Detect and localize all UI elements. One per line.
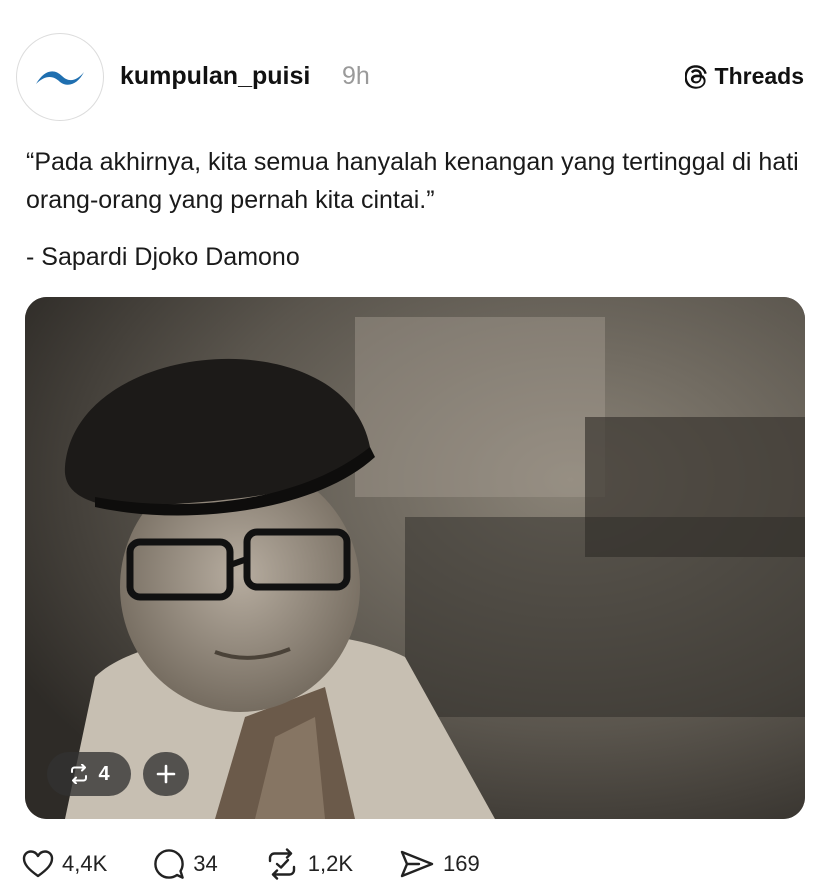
reply-count: 34 bbox=[193, 851, 218, 876]
post-text: “Pada akhirnya, kita semua hanyalah kena… bbox=[26, 148, 799, 214]
comment-icon bbox=[154, 849, 185, 879]
post-photo[interactable] bbox=[25, 297, 805, 819]
post-time: 9h bbox=[342, 62, 370, 90]
like-button[interactable]: 4,4K bbox=[22, 849, 107, 879]
share-count: 169 bbox=[443, 851, 480, 876]
reply-button[interactable]: 34 bbox=[153, 848, 218, 880]
add-button[interactable] bbox=[143, 752, 189, 796]
portrait-illustration bbox=[25, 297, 805, 819]
like-count: 4,4K bbox=[62, 851, 108, 876]
share-button[interactable]: 169 bbox=[399, 849, 480, 879]
threads-brand[interactable]: Threads bbox=[684, 63, 804, 90]
repost-icon bbox=[71, 764, 88, 784]
plus-icon bbox=[156, 764, 176, 784]
send-icon bbox=[400, 850, 434, 878]
media-repost-count: 4 bbox=[98, 762, 110, 785]
username[interactable]: kumpulan_puisi bbox=[120, 62, 310, 91]
media-repost-badge[interactable]: 4 bbox=[47, 752, 131, 796]
repost-count: 1,2K bbox=[307, 851, 354, 876]
threads-logo-icon bbox=[684, 64, 707, 89]
avatar[interactable] bbox=[16, 33, 104, 121]
action-bar: 4,4K 34 1,2K 169 bbox=[22, 842, 526, 886]
repost-button[interactable]: 1,2K bbox=[264, 848, 353, 880]
heart-icon bbox=[22, 850, 54, 878]
post-header: kumpulan_puisi 9h Threads bbox=[0, 0, 828, 121]
repost-icon bbox=[268, 848, 295, 880]
wave-logo-icon bbox=[36, 71, 84, 85]
post-author-line: - Sapardi Djoko Damono bbox=[26, 243, 300, 271]
threads-label: Threads bbox=[714, 63, 804, 89]
